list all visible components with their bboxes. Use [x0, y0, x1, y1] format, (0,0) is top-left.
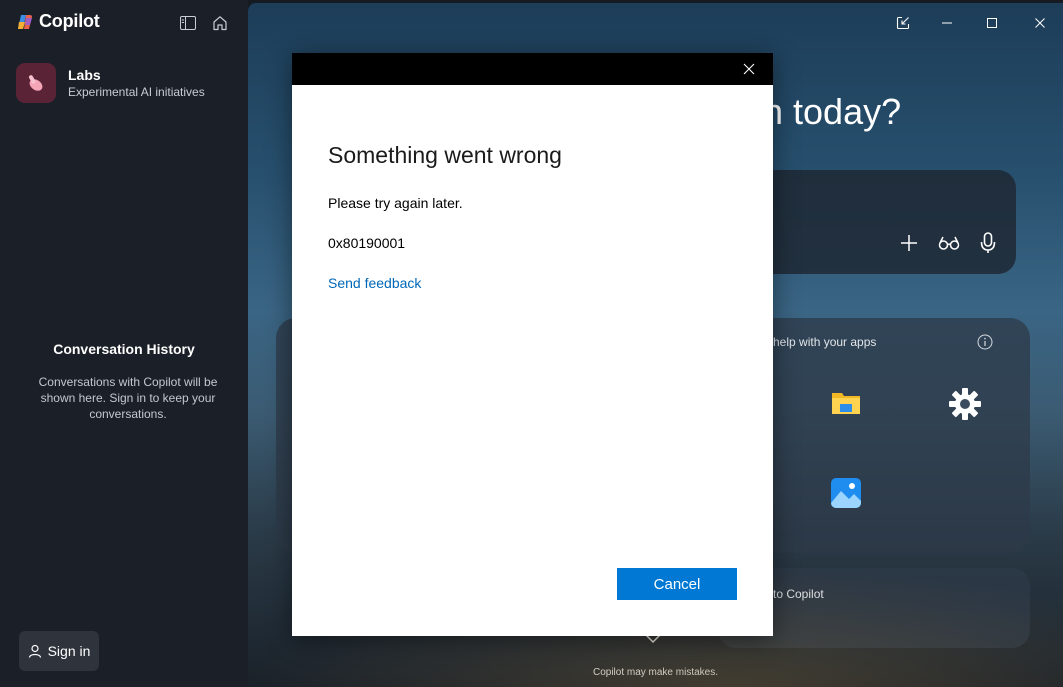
labs-icon — [16, 63, 56, 103]
conversation-history-title: Conversation History — [53, 341, 195, 357]
plus-icon[interactable] — [900, 234, 918, 252]
close-icon — [743, 63, 755, 75]
apps-label: help with your apps — [773, 335, 877, 349]
toggle-sidebar-button[interactable] — [177, 12, 199, 34]
brand-name: Copilot — [39, 11, 100, 31]
labs-subtitle: Experimental AI initiatives — [68, 85, 205, 99]
brand: Copilot — [16, 11, 100, 32]
dialog-close-button[interactable] — [733, 57, 765, 81]
minimize-button[interactable] — [929, 11, 965, 35]
person-icon — [28, 644, 41, 658]
home-button[interactable] — [209, 12, 231, 34]
cancel-button[interactable]: Cancel — [617, 568, 737, 600]
pop-out-button[interactable] — [885, 11, 921, 35]
file-explorer-icon[interactable] — [830, 387, 862, 419]
minimize-icon — [942, 22, 952, 24]
maximize-button[interactable] — [974, 11, 1010, 35]
dialog-message: Please try again later. — [328, 195, 463, 211]
photos-app-icon[interactable] — [830, 477, 862, 509]
conversation-history-text: Conversations with Copilot will be shown… — [38, 375, 218, 421]
sidebar: Copilot Labs Experimental AI initiatives… — [0, 0, 248, 687]
dialog-title-bar — [292, 53, 773, 85]
settings-gear-icon[interactable] — [948, 387, 981, 420]
copilot-logo-icon — [16, 13, 34, 31]
microphone-icon[interactable] — [980, 232, 996, 254]
talk-label: to Copilot — [773, 587, 824, 601]
sign-in-label: Sign in — [47, 643, 91, 659]
disclaimer-text: Copilot may make mistakes. — [592, 667, 719, 678]
info-icon[interactable] — [977, 334, 993, 355]
labs-item[interactable]: Labs Experimental AI initiatives — [16, 63, 205, 103]
error-dialog: Something went wrong Please try again la… — [292, 53, 773, 636]
error-code: 0x80190001 — [328, 235, 406, 251]
sidebar-panel-icon — [180, 16, 196, 30]
pop-out-icon — [896, 16, 910, 30]
close-icon — [1035, 18, 1045, 28]
home-icon — [213, 16, 227, 31]
send-feedback-link[interactable]: Send feedback — [328, 275, 421, 291]
vision-glasses-icon[interactable] — [938, 235, 960, 251]
dialog-title: Something went wrong — [328, 142, 562, 168]
labs-title: Labs — [68, 67, 101, 83]
maximize-icon — [987, 18, 997, 28]
sign-in-button[interactable]: Sign in — [19, 631, 99, 671]
greeting-text: h today? — [763, 91, 902, 132]
close-window-button[interactable] — [1022, 11, 1058, 35]
